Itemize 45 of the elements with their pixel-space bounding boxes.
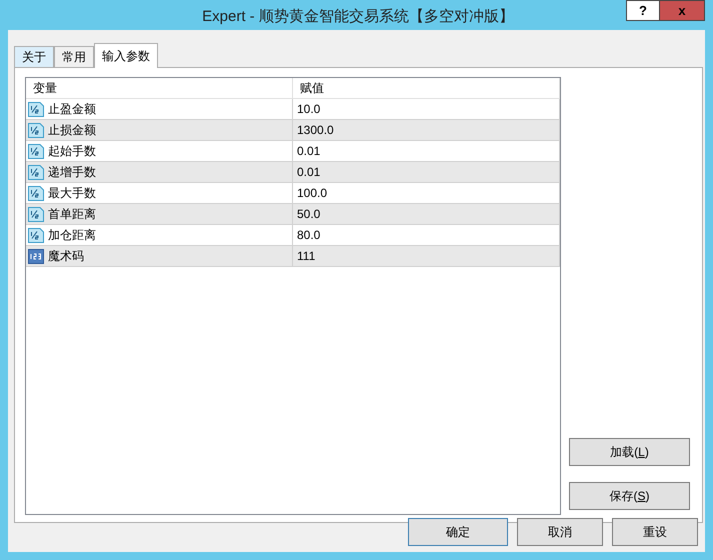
- parameter-name: 止盈金额: [48, 101, 96, 118]
- parameter-name: 递增手数: [48, 164, 96, 181]
- tab[interactable]: 关于: [14, 46, 54, 67]
- parameter-value: 10.0: [293, 99, 560, 119]
- tab[interactable]: 常用: [54, 46, 94, 67]
- fraction-icon: [28, 164, 44, 180]
- fraction-icon: [28, 122, 44, 138]
- parameter-name: 最大手数: [48, 185, 96, 202]
- table-row[interactable]: 加仓距离 80.0: [26, 225, 560, 246]
- dialog-button[interactable]: 取消: [517, 518, 603, 546]
- table-row[interactable]: 起始手数 0.01: [26, 141, 560, 162]
- parameter-value: 80.0: [293, 225, 560, 245]
- parameter-name: 首单距离: [48, 206, 96, 223]
- parameter-value: 111: [293, 246, 560, 266]
- table-row[interactable]: 止损金额 1300.0: [26, 120, 560, 141]
- parameter-name: 魔术码: [48, 248, 84, 265]
- parameter-value: 1300.0: [293, 120, 560, 140]
- column-header[interactable]: 赋值: [293, 78, 560, 98]
- fraction-icon: [28, 186, 44, 200]
- parameter-name: 起始手数: [48, 143, 96, 160]
- column-header[interactable]: 变量: [26, 78, 293, 98]
- dialog-button[interactable]: 重设: [612, 518, 698, 546]
- parameter-value: 100.0: [293, 183, 560, 203]
- parameter-value: 0.01: [293, 162, 560, 182]
- parameter-value: 50.0: [293, 204, 560, 224]
- table-row[interactable]: 递增手数 0.01: [26, 162, 560, 183]
- table-row[interactable]: 首单距离 50.0: [26, 204, 560, 225]
- close-button[interactable]: x: [660, 0, 705, 21]
- table-row[interactable]: 止盈金额 10.0: [26, 99, 560, 120]
- parameter-name: 止损金额: [48, 122, 96, 139]
- table-row[interactable]: 魔术码 111: [26, 246, 560, 267]
- dialog-button[interactable]: 确定: [408, 518, 508, 546]
- table-row[interactable]: 最大手数 100.0: [26, 183, 560, 204]
- fraction-icon: [28, 102, 44, 116]
- help-button[interactable]: ?: [626, 0, 660, 21]
- action-button[interactable]: 保存(S): [569, 482, 690, 510]
- action-button[interactable]: 加载(L): [569, 438, 690, 466]
- parameter-value: 0.01: [293, 141, 560, 161]
- integer-icon: [28, 248, 44, 264]
- parameter-name: 加仓距离: [48, 227, 96, 244]
- fraction-icon: [28, 228, 44, 242]
- fraction-icon: [28, 206, 44, 222]
- tab[interactable]: 输入参数: [94, 43, 158, 68]
- fraction-icon: [28, 144, 44, 158]
- window-title: Expert - 顺势黄金智能交易系统【多空对冲版】: [201, 7, 515, 27]
